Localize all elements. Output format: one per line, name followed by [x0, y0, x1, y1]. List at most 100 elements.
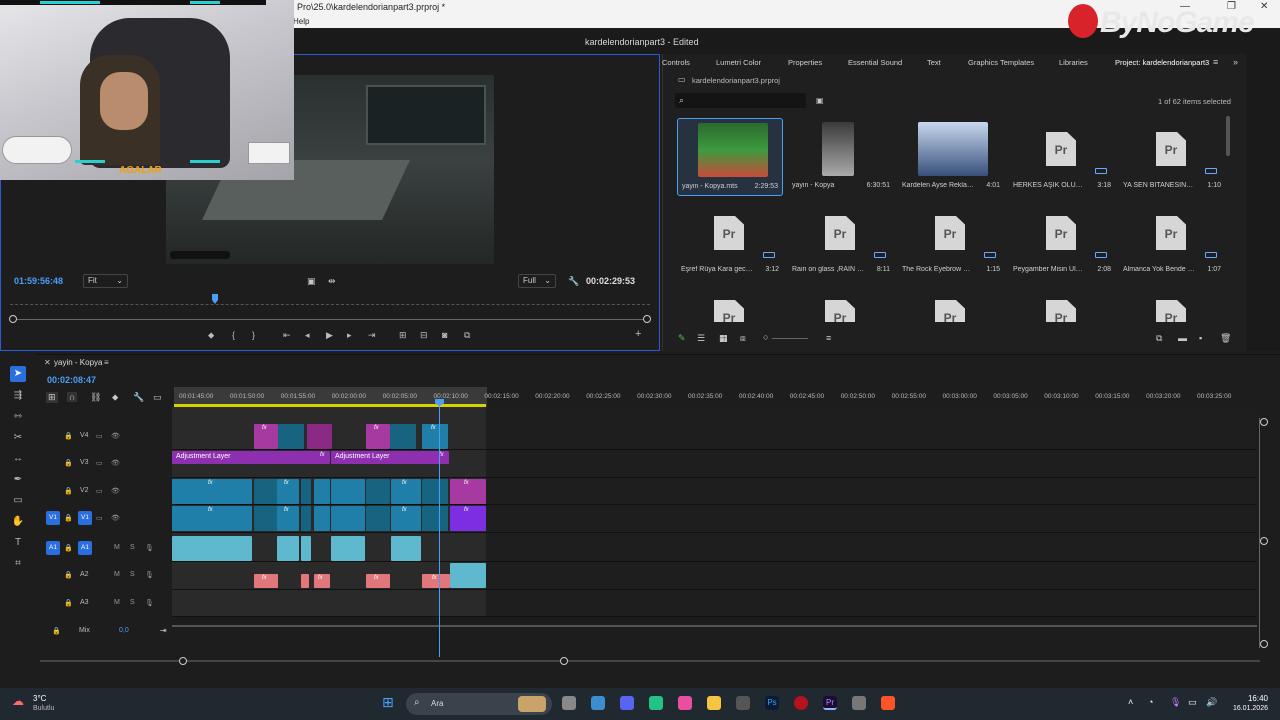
- tab-properties[interactable]: Properties: [788, 58, 822, 67]
- task-view-icon[interactable]: [562, 696, 576, 710]
- video-clip[interactable]: fx: [254, 424, 278, 449]
- project-search-input[interactable]: ⌕: [675, 93, 806, 108]
- project-clip-item[interactable]: Pr: [788, 286, 894, 322]
- sequence-tab[interactable]: yayin - Kopya: [54, 358, 102, 367]
- audio-clip[interactable]: fx: [366, 574, 390, 588]
- play-icon[interactable]: ▶: [326, 330, 333, 341]
- audio-clip[interactable]: [301, 574, 309, 588]
- fx-badge[interactable]: fx: [374, 425, 379, 431]
- track-header-v4[interactable]: 🔒 V4 ▭ 👁: [44, 423, 172, 449]
- fx-badge[interactable]: fx: [464, 480, 469, 486]
- automate-icon[interactable]: ⧉: [1156, 333, 1162, 344]
- solo-icon[interactable]: S: [130, 544, 135, 551]
- fx-badge[interactable]: fx: [208, 507, 213, 513]
- video-clip[interactable]: fx: [450, 506, 486, 531]
- nest-toggle-icon[interactable]: ⊞: [46, 392, 58, 403]
- video-clip[interactable]: [301, 479, 311, 504]
- premiere-icon[interactable]: Pr: [823, 696, 837, 710]
- video-clip[interactable]: fx: [277, 506, 299, 531]
- zoom-slider-handle[interactable]: ○: [763, 332, 768, 342]
- project-clip-item[interactable]: Pr Peygamber Misin Ulan... 2:08: [1009, 202, 1115, 280]
- audio-clip[interactable]: fx: [254, 574, 278, 588]
- project-clip-item[interactable]: Pr: [1119, 286, 1225, 322]
- taskbar-search[interactable]: ⌕ Ara: [406, 693, 552, 715]
- mix-value[interactable]: 0,0: [119, 627, 129, 634]
- fx-badge[interactable]: fx: [318, 575, 323, 581]
- timeline-playhead[interactable]: [439, 402, 440, 657]
- video-clip[interactable]: fx: [277, 479, 299, 504]
- mute-icon[interactable]: M: [114, 599, 120, 606]
- project-clip-item[interactable]: Pr: [898, 286, 1004, 322]
- tab-text[interactable]: Text: [927, 58, 941, 67]
- fx-badge[interactable]: fx: [374, 575, 379, 581]
- audio-clip[interactable]: [391, 536, 421, 561]
- source-patch[interactable]: A1: [46, 541, 60, 555]
- video-clip[interactable]: fx: [391, 506, 421, 531]
- tray-app-icon[interactable]: ◔: [1148, 697, 1153, 707]
- more-tabs-icon[interactable]: »: [1233, 57, 1238, 67]
- eye-icon[interactable]: 👁: [111, 514, 120, 522]
- project-clip-item[interactable]: Pr Rain on glass ,RAIN eff... 8:11: [788, 202, 894, 280]
- timeline-vscroll[interactable]: [1259, 418, 1260, 648]
- discord-icon[interactable]: [620, 696, 634, 710]
- windows-start-icon[interactable]: ⊞: [382, 694, 394, 711]
- track-header-v1[interactable]: V1 🔒 V1 ▭ 👁: [44, 505, 172, 531]
- network-icon[interactable]: ▭: [1188, 697, 1197, 708]
- project-clip-item[interactable]: Kardelen Ayse Reklam ... 4:01: [898, 118, 1004, 196]
- track-header-v3[interactable]: 🔒 V3 ▭ 👁: [44, 450, 172, 476]
- video-clip[interactable]: [254, 479, 278, 504]
- chat-app-icon[interactable]: [649, 696, 663, 710]
- tab-controls[interactable]: Controls: [662, 58, 690, 67]
- mark-in-icon[interactable]: {: [232, 330, 235, 340]
- fx-badge[interactable]: fx: [284, 507, 289, 513]
- microphone-icon[interactable]: 🎙: [1170, 697, 1181, 708]
- mix-lock-icon[interactable]: 🔒: [52, 627, 61, 635]
- timeline-zoom-bar[interactable]: [40, 660, 1260, 662]
- go-to-out-icon[interactable]: ⇥: [368, 330, 376, 341]
- adjustment-layer-clip[interactable]: Adjustment Layer fx: [172, 451, 330, 464]
- video-clip[interactable]: [301, 506, 311, 531]
- list-view-icon[interactable]: ☰: [697, 333, 705, 344]
- go-to-in-icon[interactable]: ⇤: [283, 330, 291, 341]
- track-select-tool-icon[interactable]: ⇶: [10, 388, 26, 404]
- track-area-empty[interactable]: [486, 407, 1256, 617]
- export-frame-icon[interactable]: ▣: [307, 276, 316, 287]
- track-header-a1[interactable]: A1 🔒 A1 M S 🎙: [44, 535, 172, 561]
- fx-badge[interactable]: fx: [432, 575, 437, 581]
- video-clip[interactable]: [314, 506, 330, 531]
- track-header-a2[interactable]: 🔒 A2 M S 🎙: [44, 562, 172, 588]
- freeform-view-icon[interactable]: ⧈: [740, 333, 746, 344]
- panel-menu-icon[interactable]: ≡: [1213, 57, 1218, 67]
- project-clip-item[interactable]: Pr The Rock Eyebrow Rai... 1:15: [898, 202, 1004, 280]
- settings-app-icon[interactable]: [591, 696, 605, 710]
- mark-out-icon[interactable]: }: [252, 330, 255, 340]
- step-forward-icon[interactable]: ▸: [347, 330, 352, 341]
- menu-help[interactable]: Help: [293, 17, 309, 26]
- hand-tool-icon[interactable]: ✋: [10, 514, 26, 530]
- fx-badge[interactable]: fx: [284, 480, 289, 486]
- project-clip-item[interactable]: yayin - Kopya 6:30:51: [788, 118, 894, 196]
- rectangle-tool-icon[interactable]: ▭: [10, 493, 26, 509]
- toggle-output-icon[interactable]: ▭: [96, 459, 103, 467]
- fx-badge[interactable]: fx: [262, 425, 267, 431]
- tab-essential-sound[interactable]: Essential Sound: [848, 58, 902, 67]
- video-clip[interactable]: [422, 506, 448, 531]
- video-clip[interactable]: [307, 424, 332, 449]
- project-clip-item[interactable]: yayin - Kopya.mts 2:29:53: [677, 118, 783, 196]
- lock-icon[interactable]: 🔒: [64, 514, 73, 522]
- lock-icon[interactable]: 🔒: [64, 487, 73, 495]
- zoom-handle-left[interactable]: [9, 315, 17, 323]
- project-clip-item[interactable]: Pr: [1009, 286, 1115, 322]
- step-back-icon[interactable]: ◂: [305, 330, 310, 341]
- mute-icon[interactable]: M: [114, 571, 120, 578]
- eye-icon[interactable]: 👁: [111, 432, 120, 440]
- audio-clip[interactable]: [331, 536, 365, 561]
- fx-badge[interactable]: fx: [262, 575, 267, 581]
- fx-badge[interactable]: fx: [464, 507, 469, 513]
- icon-view-icon[interactable]: ▦: [719, 333, 728, 344]
- project-clip-item[interactable]: Pr YA SEN BITANESIN (3... 1:10: [1119, 118, 1225, 196]
- track-header-a3[interactable]: 🔒 A3 M S 🎙: [44, 590, 172, 616]
- vscroll-handle[interactable]: [1260, 418, 1268, 426]
- video-clip[interactable]: fx: [391, 479, 421, 504]
- obs-icon[interactable]: [736, 696, 750, 710]
